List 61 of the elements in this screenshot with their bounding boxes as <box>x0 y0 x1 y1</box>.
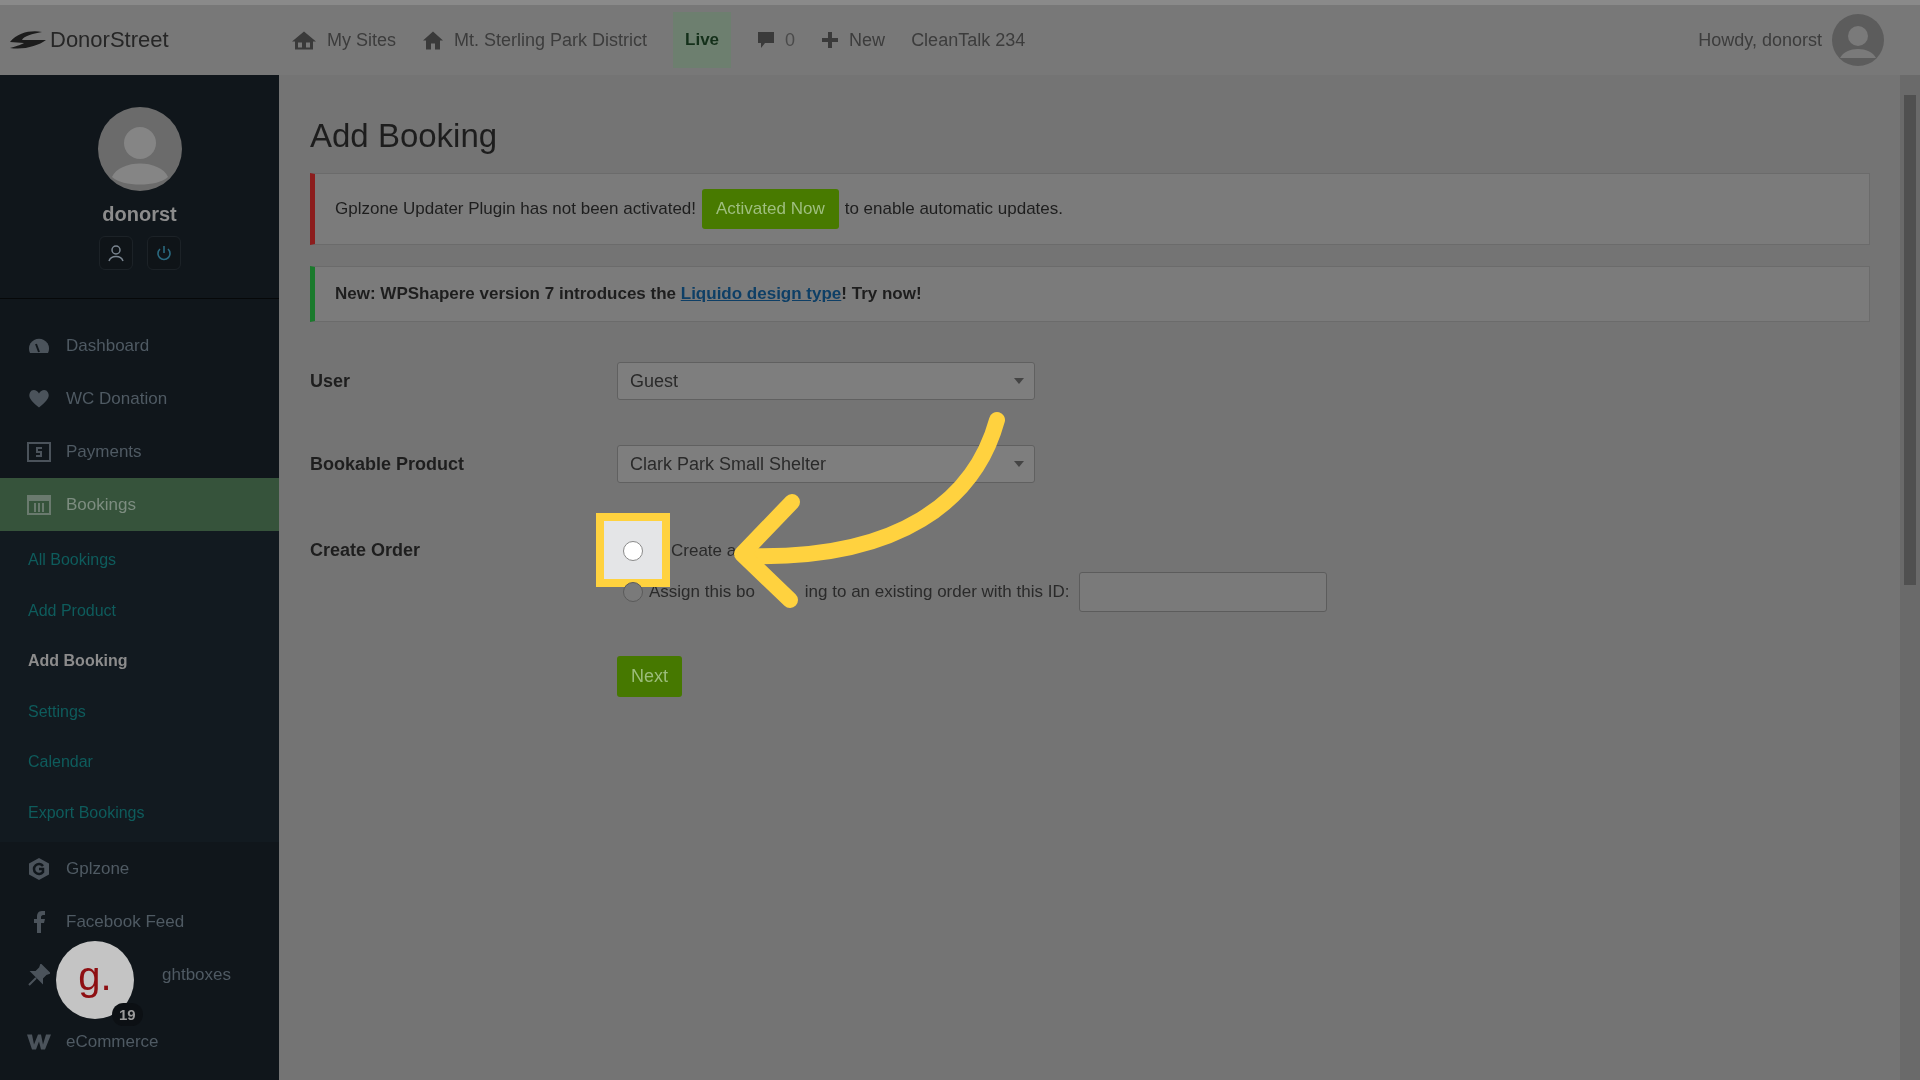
admin-bar-link[interactable]: New <box>849 29 886 51</box>
sidebar-item[interactable]: Bookings <box>0 478 279 531</box>
plus-icon <box>821 31 840 49</box>
submenu-item[interactable]: Calendar <box>0 737 279 788</box>
calendar-icon <box>27 494 51 515</box>
swoosh-icon <box>8 30 48 50</box>
live-badge[interactable]: Live <box>673 12 732 68</box>
field-label: Create Order <box>310 540 422 561</box>
submenu-item[interactable]: Settings <box>0 686 279 737</box>
power-icon <box>154 244 173 262</box>
submenu-item[interactable]: Add Booking <box>0 636 279 687</box>
radio-button[interactable] <box>623 582 643 602</box>
avatar-icon[interactable] <box>1832 14 1884 66</box>
admin-bar-link[interactable]: My Sites <box>327 29 396 51</box>
sidebar-item[interactable]: Gplzone <box>0 842 279 895</box>
notice-link[interactable]: Liquido design type <box>680 284 842 303</box>
submenu-item[interactable]: Export Bookings <box>0 787 279 838</box>
logout-button[interactable] <box>146 236 181 270</box>
product-dropdown[interactable]: Clark Park Small Shelter <box>617 445 1035 483</box>
chat-logo: g. <box>78 956 112 996</box>
caret-icon <box>1014 461 1024 467</box>
speech-bubble-icon <box>757 31 776 49</box>
notice-text: New: WPShapere version 7 introduces the Liquido design type! Try now! <box>335 284 922 304</box>
submenu-item[interactable]: Add Product <box>0 585 279 636</box>
caret-icon <box>1014 378 1024 384</box>
radio-label[interactable]: Assign this bo <box>649 582 755 602</box>
avatar-icon <box>97 107 182 191</box>
heart-icon <box>28 389 50 408</box>
notification-badge: 19 <box>112 1003 143 1026</box>
notice-text: Gplzone Updater Plugin has not been activated! <box>335 199 697 219</box>
field-label: User <box>310 370 352 392</box>
next-button[interactable]: Next <box>617 656 682 697</box>
pin-icon <box>28 963 50 986</box>
home-icon <box>422 30 444 50</box>
person-icon <box>106 244 125 262</box>
field-label: Bookable Product <box>310 453 466 475</box>
w-logo-icon <box>26 1033 52 1050</box>
order-id-field[interactable] <box>1079 572 1328 612</box>
radio-label[interactable]: Create a <box>671 541 737 561</box>
radio-label[interactable]: ing to an existing order with this ID: <box>804 582 1070 602</box>
greeting[interactable]: Howdy, donorst <box>1698 29 1822 51</box>
notice-text: to enable automatic updates. <box>844 199 1064 219</box>
admin-bar-link[interactable]: CleanTalk 234 <box>911 29 1026 51</box>
facebook-icon <box>32 910 46 933</box>
profile-button[interactable] <box>98 236 133 270</box>
scrollbar[interactable] <box>1900 75 1920 1080</box>
submenu-item[interactable]: All Bookings <box>0 535 279 586</box>
page-title: Add Booking <box>310 117 499 155</box>
user-dropdown[interactable]: Guest <box>617 362 1035 400</box>
hexagon-g-icon <box>27 856 51 881</box>
sidebar-item[interactable]: ghtboxes <box>162 964 231 985</box>
sidebar-item[interactable]: Dashboard <box>0 319 279 372</box>
dollar-icon <box>27 441 51 462</box>
sidebar-item[interactable]: WC Donation <box>0 372 279 425</box>
sidebar-item[interactable]: Payments <box>0 425 279 478</box>
activate-button[interactable]: Activated Now <box>702 189 839 229</box>
houses-icon <box>291 30 317 50</box>
admin-bar-link[interactable]: Mt. Sterling Park District <box>454 29 648 51</box>
username: donorst <box>102 203 177 226</box>
gauge-icon <box>28 337 50 354</box>
site-logo[interactable]: DonorStreet <box>50 27 169 53</box>
